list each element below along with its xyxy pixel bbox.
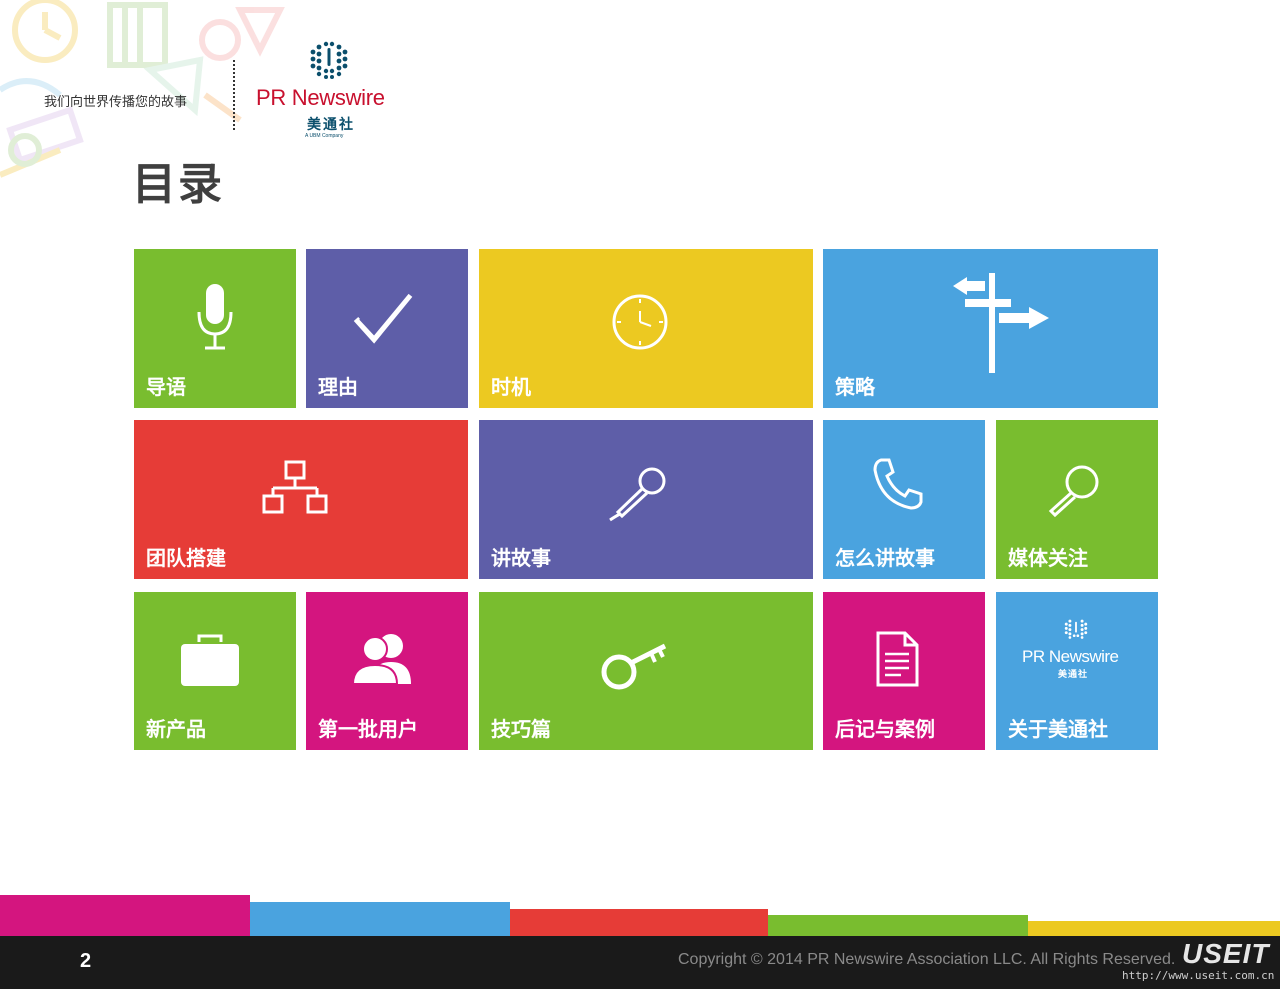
tile-diyipi-yonghu[interactable]: 第一批用户 [306, 592, 468, 750]
watermark: USEIT [1182, 938, 1270, 969]
logo-ubm: A UBM Company [305, 133, 344, 139]
document-icon [876, 631, 919, 687]
tile-jiqiao[interactable]: 技巧篇 [479, 592, 813, 750]
tile-label: 媒体关注 [1008, 546, 1088, 570]
stripe-blue [250, 902, 510, 937]
clock-icon [612, 294, 668, 350]
tile-label: 关于美通社 [1008, 717, 1108, 741]
logo-text: PR Newswire [256, 85, 385, 110]
stripe-magenta [0, 895, 250, 937]
tile-logo-subtitle: 美通社 [1058, 670, 1089, 680]
tile-daoyu[interactable]: 导语 [134, 249, 296, 408]
stripe-yellow [1028, 921, 1280, 937]
tile-label: 怎么讲故事 [835, 546, 935, 570]
microphone-icon [197, 284, 233, 350]
logo-subtitle: 美通社 [307, 117, 355, 133]
tile-label: 新产品 [146, 717, 206, 741]
tile-label: 技巧篇 [491, 717, 551, 741]
tile-liyou[interactable]: 理由 [306, 249, 468, 408]
tile-guanyu-meitongshe[interactable]: PR Newswire 美通社 关于美通社 [996, 592, 1158, 750]
tile-label: 团队搭建 [146, 546, 226, 570]
footer: 2 Copyright © 2014 PR Newswire Associati… [0, 936, 1280, 989]
checkmark-icon [353, 292, 413, 344]
handheld-microphone-icon [609, 467, 666, 522]
tile-houji-anli[interactable]: 后记与案例 [823, 592, 985, 750]
briefcase-icon [181, 634, 239, 686]
tile-xin-chanpin[interactable]: 新产品 [134, 592, 296, 750]
tile-label: 讲故事 [491, 546, 551, 570]
tile-label: 导语 [146, 375, 186, 399]
phone-icon [873, 458, 923, 510]
stripe-green [768, 915, 1028, 937]
tile-label: 策略 [835, 375, 875, 399]
copyright: Copyright © 2014 PR Newswire Association… [678, 951, 1176, 968]
magnifier-icon [1048, 465, 1099, 518]
tagline: 我们向世界传播您的故事 [44, 95, 188, 110]
signpost-icon [953, 273, 1049, 373]
tile-label: 时机 [491, 375, 531, 399]
tile-shiji[interactable]: 时机 [479, 249, 813, 408]
tile-meiti-guanzhu[interactable]: 媒体关注 [996, 420, 1158, 579]
page-number: 2 [80, 950, 92, 972]
key-icon [601, 643, 667, 690]
tile-tuandui[interactable]: 团队搭建 [134, 420, 468, 579]
watermark-url: http://www.useit.com.cn [1122, 969, 1275, 982]
header-divider [233, 60, 235, 130]
users-icon [353, 634, 411, 684]
org-chart-icon [262, 460, 328, 514]
tile-label: 后记与案例 [835, 717, 935, 741]
tile-label: 理由 [318, 375, 358, 399]
prnewswire-logo-icon [1064, 619, 1088, 639]
tile-zenme-jiang[interactable]: 怎么讲故事 [823, 420, 985, 579]
tile-celue[interactable]: 策略 [823, 249, 1158, 408]
page-title: 目录 [132, 159, 224, 210]
tile-jiang-gushi[interactable]: 讲故事 [479, 420, 813, 579]
tile-label: 第一批用户 [318, 717, 418, 741]
prnewswire-globe-icon [310, 41, 348, 79]
tile-logo-text: PR Newswire [1022, 647, 1119, 666]
stripe-red [510, 909, 768, 937]
